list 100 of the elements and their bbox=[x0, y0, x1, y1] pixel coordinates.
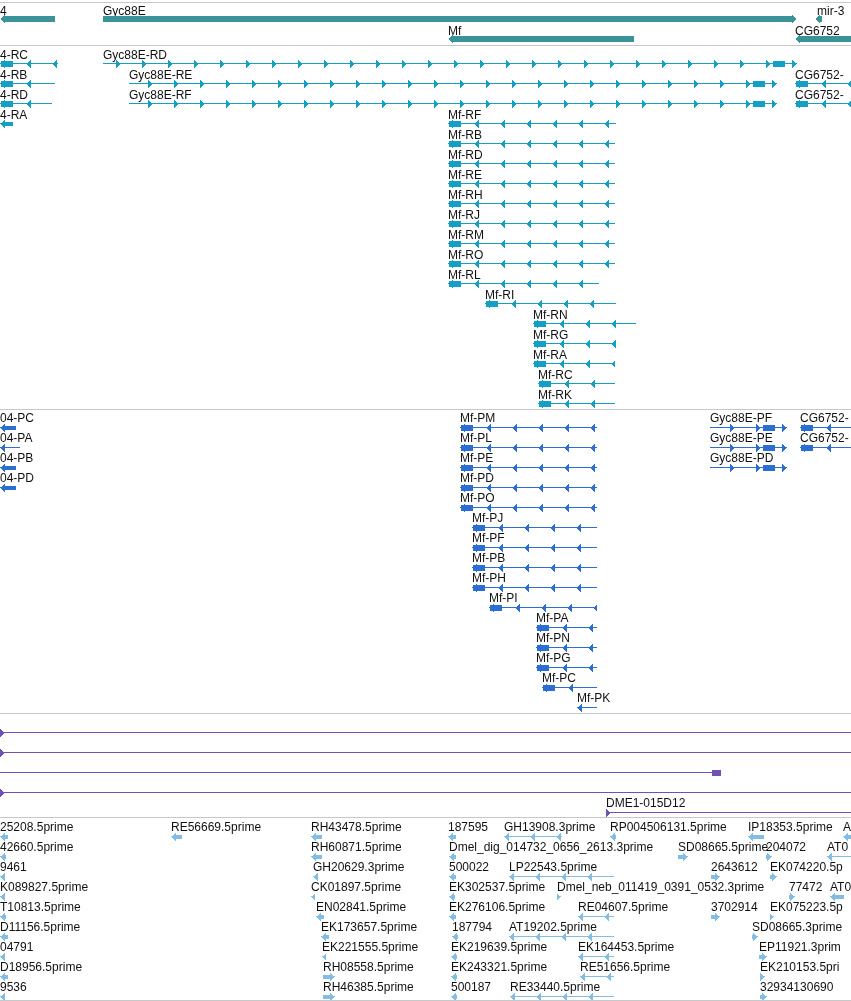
feature-label: RE04607.5prime bbox=[578, 900, 669, 914]
feature-label: 9461 bbox=[0, 860, 27, 874]
feature-label: mir-3 bbox=[817, 4, 845, 18]
feature-label: Mf-RJ bbox=[448, 208, 480, 222]
feature-label: Mf-PJ bbox=[472, 511, 504, 525]
feature-label: CG6752- bbox=[795, 68, 844, 82]
feature-label: DME1-015D12 bbox=[606, 796, 686, 810]
feature-label: EK173657.5prime bbox=[321, 920, 418, 934]
feature-label: 04-PB bbox=[0, 451, 34, 465]
feature-label: 04-PA bbox=[0, 431, 33, 445]
feature-label: Gyc88E-PE bbox=[710, 431, 773, 445]
feature-label: Gyc88E-PF bbox=[710, 411, 772, 425]
feature-label: EK074220.5p bbox=[770, 860, 843, 874]
feature-label: Dmel_dig_014732_0656_2613.3prime bbox=[449, 840, 654, 854]
feature-label: 4-RB bbox=[0, 68, 28, 82]
feature-label: Mf-PF bbox=[472, 531, 505, 545]
feature-label: EK210153.5pri bbox=[760, 960, 840, 974]
feature-label: RH08558.5prime bbox=[323, 960, 414, 974]
feature-label: 4 bbox=[0, 4, 7, 18]
feature-label: Mf-PK bbox=[577, 691, 611, 705]
feature-label: Mf-RM bbox=[448, 228, 484, 242]
feature-label: Dmel_neb_011419_0391_0532.3prime bbox=[557, 880, 765, 894]
feature-label: 187794 bbox=[452, 920, 493, 934]
feature-label: EK243321.5prime bbox=[451, 960, 548, 974]
feature-label: D11156.5prime bbox=[0, 920, 81, 934]
feature-label: AT0 bbox=[830, 880, 851, 894]
feature-label: 500187 bbox=[451, 980, 492, 994]
feature-label: 500022 bbox=[449, 860, 490, 874]
feature-label: K089827.5prime bbox=[0, 880, 89, 894]
feature-label: Gyc88E bbox=[103, 4, 146, 18]
feature-label: RH43478.5prime bbox=[311, 820, 402, 834]
feature-label: Mf-RN bbox=[533, 308, 568, 322]
feature-label: Mf-PL bbox=[460, 431, 492, 445]
feature-label: GH20629.3prime bbox=[313, 860, 405, 874]
feature-label: A bbox=[843, 820, 851, 834]
feature-label: EK219639.5prime bbox=[451, 940, 548, 954]
feature-label: EN02841.5prime bbox=[316, 900, 407, 914]
feature-label: EK276106.5prime bbox=[449, 900, 546, 914]
feature-label: Gyc88E-RF bbox=[129, 88, 192, 102]
feature-label: Gyc88E-PD bbox=[710, 451, 774, 465]
feature-label: EP11921.3prim bbox=[759, 940, 841, 954]
feature-label: Mf-RI bbox=[485, 288, 515, 302]
feature-label: Mf-PO bbox=[460, 491, 495, 505]
feature-label: CG6752- bbox=[800, 411, 849, 425]
feature-label: Mf-RE bbox=[448, 168, 482, 182]
feature-label: Mf-PI bbox=[489, 591, 518, 605]
feature-label: LP22543.5prime bbox=[509, 860, 598, 874]
feature-label: Mf-RG bbox=[533, 328, 569, 342]
feature-label: 04791 bbox=[0, 940, 34, 954]
feature-label: EK075223.5p bbox=[770, 900, 843, 914]
feature-label: Mf-PM bbox=[460, 411, 496, 425]
feature-label: 32934130690 bbox=[760, 980, 834, 994]
feature-label: CK01897.5prime bbox=[311, 880, 402, 894]
feature-label: Mf-RO bbox=[448, 248, 484, 262]
feature-label: Mf-PD bbox=[460, 471, 494, 485]
feature-label: 187595 bbox=[448, 820, 489, 834]
feature-label: Mf-PE bbox=[460, 451, 494, 465]
feature-label: RE33440.5prime bbox=[510, 980, 601, 994]
feature-label: Mf-RC bbox=[538, 368, 573, 382]
feature-label: Gyc88E-RD bbox=[103, 48, 167, 62]
feature-label: 9536 bbox=[0, 980, 27, 994]
feature-label: 4-RD bbox=[0, 88, 28, 102]
feature-label: CG6752 bbox=[795, 24, 840, 38]
feature-label: Mf-RA bbox=[533, 348, 567, 362]
feature-label: RE56669.5prime bbox=[171, 820, 262, 834]
feature-label: Mf bbox=[448, 24, 462, 38]
feature-label: 25208.5prime bbox=[0, 820, 74, 834]
feature-label: RP004506131.5prime bbox=[610, 820, 727, 834]
feature-label: 2643612 bbox=[711, 860, 758, 874]
feature-label: Mf-RD bbox=[448, 148, 483, 162]
feature-label: IP18353.5prime bbox=[748, 820, 833, 834]
feature-label: RH60871.5prime bbox=[311, 840, 402, 854]
feature-label: EK302537.5prime bbox=[449, 880, 546, 894]
feature-label: Mf-RF bbox=[448, 108, 482, 122]
feature-label: Mf-PC bbox=[542, 671, 576, 685]
feature-label: GH13908.3prime bbox=[504, 820, 596, 834]
feature-label: Gyc88E-RE bbox=[129, 68, 193, 82]
feature-label: 42660.5prime bbox=[0, 840, 74, 854]
feature-label: 04-PD bbox=[0, 471, 34, 485]
feature-label: CG6752- bbox=[800, 431, 849, 445]
feature-label: Mf-RK bbox=[538, 388, 572, 402]
feature-label: 77472 bbox=[789, 880, 823, 894]
feature-label: RH46385.5prime bbox=[323, 980, 414, 994]
feature-label: SD08665.3prime bbox=[752, 920, 843, 934]
feature-label: Mf-PG bbox=[536, 651, 571, 665]
feature-label: AT19202.5prime bbox=[509, 920, 597, 934]
feature-label: 4-RA bbox=[0, 108, 28, 122]
feature-label: 3702914 bbox=[711, 900, 758, 914]
feature-label: T10813.5prime bbox=[0, 900, 81, 914]
feature-label: 04-PC bbox=[0, 411, 34, 425]
feature-label: Mf-PB bbox=[472, 551, 506, 565]
feature-label: Mf-RH bbox=[448, 188, 483, 202]
feature-label: CG6752- bbox=[795, 88, 844, 102]
feature-label: Mf-RL bbox=[448, 268, 481, 282]
feature-label: 4-RC bbox=[0, 48, 28, 62]
feature-label: RE51656.5prime bbox=[580, 960, 671, 974]
feature-label: EK221555.5prime bbox=[322, 940, 419, 954]
feature-label: AT0 bbox=[827, 840, 849, 854]
feature-label: Mf-PH bbox=[472, 571, 506, 585]
feature-label: Mf-PN bbox=[536, 631, 570, 645]
